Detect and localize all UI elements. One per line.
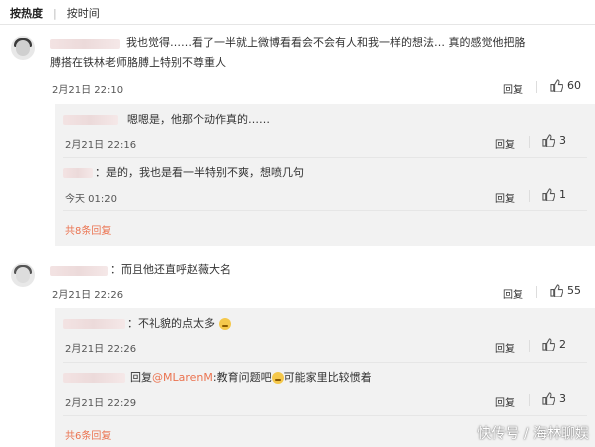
like-button[interactable]: 3 xyxy=(542,392,566,405)
like-count: 55 xyxy=(567,284,581,297)
reply-button[interactable]: 回复 xyxy=(503,81,523,96)
thumbs-up-icon xyxy=(550,79,563,92)
reply-text: 回复@MLarenM:教育问题吧 可能家里比较惯着 xyxy=(130,371,372,384)
avatar[interactable] xyxy=(11,36,35,60)
more-replies-link[interactable]: 共6条回复 xyxy=(65,427,111,442)
thumbs-up-icon xyxy=(542,134,555,147)
sort-by-time-tab[interactable]: 按时间 xyxy=(67,5,100,21)
thumbs-up-icon xyxy=(550,284,563,297)
like-button[interactable]: 2 xyxy=(542,338,566,351)
like-count: 2 xyxy=(559,338,566,351)
reply-time: 2月21日 22:16 xyxy=(65,140,137,151)
username-blurred[interactable] xyxy=(50,266,108,276)
comment-time: 2月21日 22:10 xyxy=(52,85,124,96)
reply-text: ：是的，我也是看一半特别不爽，想喷几句 xyxy=(95,166,304,179)
like-count: 60 xyxy=(567,79,581,92)
reply-divider xyxy=(63,157,587,158)
mention-link[interactable]: @MLarenM xyxy=(152,371,213,384)
watermark: 快传号 / 海林聊娱 xyxy=(477,426,589,442)
thumbs-up-icon xyxy=(542,392,555,405)
action-separator xyxy=(529,394,530,406)
username-blurred[interactable] xyxy=(63,115,118,125)
thumbs-up-icon xyxy=(542,188,555,201)
reply-list: 嗯嗯是，他那个动作真的…… 2月21日 22:16 回复 3 ：是的，我也是看一… xyxy=(55,104,595,246)
action-separator xyxy=(529,340,530,352)
sort-by-hot-tab[interactable]: 按热度 xyxy=(10,5,43,21)
reply-divider xyxy=(63,415,587,416)
reply-time: 2月21日 22:29 xyxy=(65,398,137,409)
like-count: 3 xyxy=(559,392,566,405)
action-separator xyxy=(536,81,537,93)
sort-separator: | xyxy=(53,6,57,20)
thumbs-up-icon xyxy=(542,338,555,351)
like-button[interactable]: 3 xyxy=(542,134,566,147)
reply-prefix: 回复 xyxy=(130,371,152,384)
comment-text: 膊搭在铁林老师胳膊上特别不尊重人 xyxy=(50,56,226,69)
reply-text: ：不礼貌的点太多 xyxy=(127,314,231,333)
reply-text: 嗯嗯是，他那个动作真的…… xyxy=(127,113,270,126)
like-count: 3 xyxy=(559,134,566,147)
laughing-emoji-icon xyxy=(271,372,284,384)
like-button[interactable]: 55 xyxy=(550,284,581,297)
username-blurred[interactable] xyxy=(50,39,120,49)
reply-time: 今天 01:20 xyxy=(65,194,117,205)
username-blurred[interactable] xyxy=(63,168,93,178)
username-blurred[interactable] xyxy=(63,373,125,383)
reply-divider xyxy=(63,210,587,211)
reply-button[interactable]: 回复 xyxy=(495,190,515,205)
like-count: 1 xyxy=(559,188,566,201)
sort-tabs: 按热度 | 按时间 xyxy=(10,5,100,21)
reply-button[interactable]: 回复 xyxy=(495,394,515,409)
reply-divider xyxy=(63,362,587,363)
reply-button[interactable]: 回复 xyxy=(503,286,523,301)
reply-button[interactable]: 回复 xyxy=(495,340,515,355)
comment-text: ：而且他还直呼赵薇大名 xyxy=(110,263,231,276)
action-separator xyxy=(529,136,530,148)
action-separator xyxy=(529,190,530,202)
reply-time: 2月21日 22:26 xyxy=(65,344,137,355)
like-button[interactable]: 1 xyxy=(542,188,566,201)
avatar[interactable] xyxy=(11,263,35,287)
like-button[interactable]: 60 xyxy=(550,79,581,92)
top-divider xyxy=(0,24,595,25)
action-separator xyxy=(536,286,537,298)
comment-text: 我也觉得……看了一半就上微博看看会不会有人和我一样的想法… 真的感觉他把胳 xyxy=(126,36,526,49)
laughing-emoji-icon xyxy=(218,318,231,330)
username-blurred[interactable] xyxy=(63,319,125,329)
comment-time: 2月21日 22:26 xyxy=(52,290,124,301)
reply-button[interactable]: 回复 xyxy=(495,136,515,151)
more-replies-link[interactable]: 共8条回复 xyxy=(65,222,111,237)
